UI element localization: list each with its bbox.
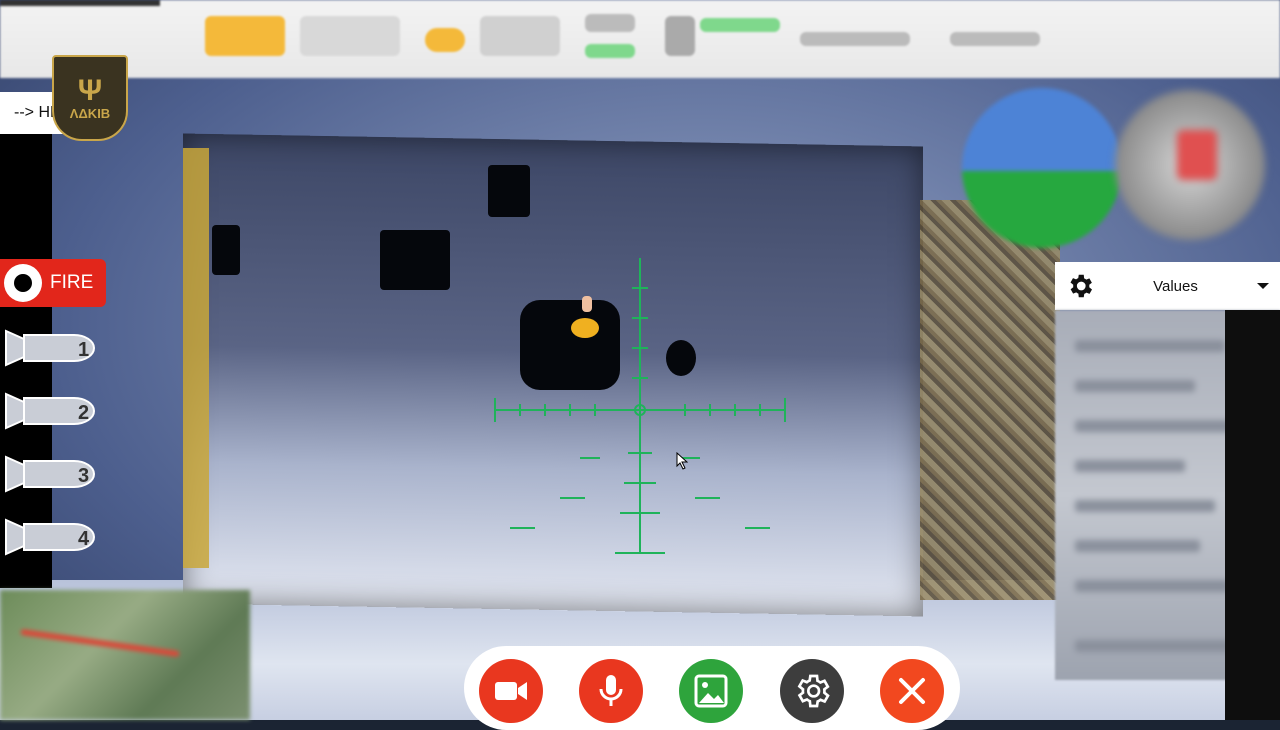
- mouse-cursor-icon: [676, 452, 688, 470]
- fire-button[interactable]: FIRE: [0, 259, 106, 307]
- gear-icon: [797, 674, 830, 708]
- video-record-button[interactable]: [479, 659, 543, 723]
- bomb-number: 3: [78, 465, 89, 487]
- microphone-icon: [599, 675, 623, 706]
- bomb-number: 1: [78, 339, 89, 361]
- close-icon: [899, 678, 925, 704]
- bomb-button-1[interactable]: 1: [4, 325, 102, 371]
- minimap[interactable]: [0, 590, 250, 720]
- record-dot-icon: [4, 264, 42, 302]
- logo-text: ΛΔΚΙΒ: [69, 105, 111, 121]
- bomb-number: 2: [78, 402, 89, 424]
- roof-hole: [488, 165, 530, 217]
- gear-icon[interactable]: [1065, 271, 1095, 301]
- bomb-number: 4: [78, 528, 90, 550]
- values-dropdown[interactable]: Values: [1055, 262, 1280, 310]
- attitude-indicator: [962, 88, 1122, 248]
- fire-label: FIRE: [50, 272, 94, 293]
- top-status-bar: [0, 0, 1280, 78]
- microphone-button[interactable]: [579, 659, 643, 723]
- values-label: Values: [1153, 277, 1198, 295]
- roof-hole: [380, 230, 450, 290]
- bomb-button-4[interactable]: 4: [4, 514, 102, 560]
- close-button[interactable]: [880, 659, 944, 723]
- bomb-button-3[interactable]: 3: [4, 451, 102, 497]
- building-wall: [183, 148, 209, 568]
- crosshair-reticle: [494, 258, 786, 554]
- video-camera-icon: [495, 682, 527, 700]
- chevron-down-icon[interactable]: [1256, 281, 1270, 291]
- rubble: [920, 200, 1060, 600]
- gallery-button[interactable]: [679, 659, 743, 723]
- trident-icon: Ψ: [77, 73, 103, 107]
- bomb-button-2[interactable]: 2: [4, 388, 102, 434]
- roof-hole: [212, 225, 240, 275]
- right-edge: [1225, 310, 1280, 720]
- gallery-icon: [694, 674, 728, 708]
- settings-button[interactable]: [780, 659, 844, 723]
- compass: [1115, 90, 1265, 240]
- unit-logo: Ψ ΛΔΚΙΒ: [52, 55, 128, 141]
